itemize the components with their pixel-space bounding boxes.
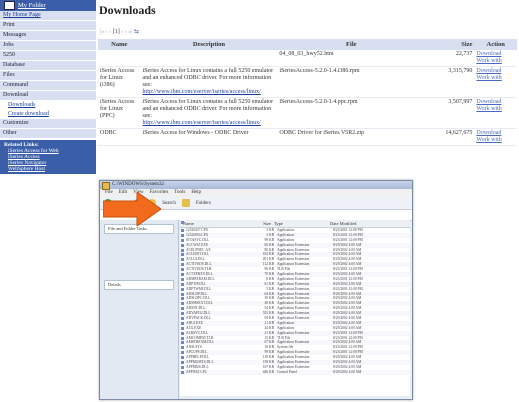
sidebar-item[interactable]: 5250 — [0, 51, 96, 61]
row-name: ODBC — [98, 128, 141, 146]
sidebar-item[interactable]: Database — [0, 61, 96, 71]
sidebar-subitem[interactable]: Create download — [0, 110, 96, 119]
search-button[interactable]: Search — [162, 201, 176, 206]
file-cell: Control Panel — [277, 369, 297, 374]
related-link[interactable]: WebSphere Host — [4, 166, 92, 172]
table-row: iSeries Access for Linux (i386) iSeries A… — [98, 66, 517, 98]
sidebar-nav: My Folder My Home Page Print Messages Jobs 5… — [0, 0, 96, 402]
table-row: ODBC iSeries Access for Windows - ODBC Dr… — [98, 128, 517, 146]
column-header: File — [277, 39, 426, 50]
table-row: 04_08_03_hwy52.htm 22,737 Download Work wi… — [98, 50, 517, 67]
task-panel-details[interactable]: Details — [104, 280, 174, 290]
folder-icon — [4, 1, 15, 10]
downloads-table: Name Description File Size Action 04_08_03_h… — [98, 39, 517, 146]
row-description-link[interactable]: http://www.ibm.com/eserver/iseries/acces… — [143, 89, 261, 95]
file-column-header[interactable]: Type — [274, 220, 330, 227]
sidebar-item[interactable]: Other — [0, 129, 96, 139]
row-action[interactable]: Download Work with — [474, 50, 517, 67]
sidebar-item[interactable]: Command — [0, 81, 96, 91]
column-header: Description — [140, 39, 278, 50]
file-list-header: Name Size Type Date Modified — [180, 220, 410, 228]
row-size: 14,627,675 — [425, 128, 475, 146]
pager-next[interactable]: › › »| — [121, 29, 132, 35]
orange-arrow-icon — [103, 192, 161, 226]
file-cell: APPWIZ.CPL — [180, 370, 252, 375]
sidebar-subitem[interactable]: Downloads — [0, 101, 96, 110]
row-file: iSeriesAccess-5.2.0-1.4.ppc.rpm — [277, 97, 426, 129]
explorer-title: C:\WINDOWS\System32 — [112, 182, 164, 187]
sidebar-item[interactable]: Download — [0, 91, 96, 101]
file-cell: 8/29/2002 4:00 AM — [333, 369, 362, 374]
main-content: Downloads |« ‹ ‹ [1] › › »| ⇆ Name Descri… — [98, 0, 517, 146]
column-header: Action — [474, 39, 517, 50]
sidebar-item[interactable]: Files — [0, 71, 96, 81]
row-description-link[interactable]: http://www.ibm.com/eserver/iseries/acces… — [143, 120, 261, 126]
row-size: 3,315,790 — [425, 66, 475, 98]
menu-item[interactable]: Tools — [174, 189, 185, 197]
sidebar-item[interactable]: Print — [0, 21, 96, 31]
file-column-header[interactable]: Name — [180, 220, 249, 227]
row-name — [98, 50, 141, 67]
folders-icon[interactable] — [181, 199, 190, 207]
menu-item[interactable]: Help — [191, 189, 201, 197]
sidebar-item[interactable]: Messages — [0, 31, 96, 41]
row-action[interactable]: Download Work with — [474, 66, 517, 98]
sidebar-item[interactable]: Customize — [0, 119, 96, 129]
row-name: iSeries Access for Linux (PPC) — [98, 97, 141, 129]
sidebar-item[interactable]: My Home Page — [0, 11, 96, 21]
row-name: iSeries Access for Linux (i386) — [98, 66, 141, 98]
row-description: iSeries Access for Windows - ODBC Driver — [140, 128, 278, 146]
folders-button[interactable]: Folders — [196, 201, 211, 206]
table-row: iSeries Access for Linux (PPC) iSeries Ac… — [98, 97, 517, 129]
file-cell: 446 KB — [262, 369, 274, 374]
row-action[interactable]: Download Work with — [474, 97, 517, 129]
row-description: iSeries Access for Linux contains a full… — [140, 66, 278, 98]
column-header: Size — [425, 39, 475, 50]
related-links-panel: Related Links: iSeries Access for Web iSe… — [0, 140, 96, 174]
page-title: Downloads — [99, 3, 156, 17]
row-file: iSeriesAccess-5.2.0-1.4.i386.rpm — [277, 66, 426, 98]
refresh-icon[interactable]: ⇆ — [134, 29, 139, 35]
row-file: 04_08_03_hwy52.htm — [277, 50, 426, 67]
pager-prev[interactable]: |« ‹ ‹ — [100, 29, 111, 35]
row-description-text: iSeries Access for Linux contains a full… — [142, 68, 274, 88]
row-size: 22,737 — [425, 50, 475, 67]
explorer-titlebar[interactable]: C:\WINDOWS\System32 — [100, 181, 412, 190]
folder-icon — [102, 182, 110, 190]
sidebar-item[interactable]: Jobs — [0, 41, 96, 51]
pager: |« ‹ ‹ [1] › › »| ⇆ — [100, 28, 517, 38]
file-column-header[interactable]: Date Modified — [330, 220, 390, 227]
row-description-text: iSeries Access for Linux contains a full… — [142, 99, 274, 119]
file-row[interactable]: APPWIZ.CPL 446 KB Control Panel 8/29/2002 4… — [180, 369, 410, 375]
row-description-text: iSeries Access for Windows - ODBC Driver — [142, 130, 249, 136]
file-list: Name Size Type Date Modified 12520437.CPX 3 … — [180, 220, 410, 396]
column-header: Name — [98, 39, 141, 50]
file-column-header[interactable]: Size — [249, 220, 274, 227]
sidebar-header[interactable]: My Folder — [0, 0, 96, 11]
row-description: iSeries Access for Linux contains a full… — [140, 97, 278, 129]
row-description — [140, 50, 278, 67]
row-size: 3,507,997 — [425, 97, 475, 129]
explorer-task-pane: File and Folder Tasks Details — [100, 220, 179, 399]
row-file: ODBC Driver for iSeries V5R2.zip — [277, 128, 426, 146]
row-action[interactable]: Download Work with — [474, 128, 517, 146]
sidebar-header-label: My Folder — [18, 2, 46, 9]
pager-current: [1] — [112, 29, 120, 35]
